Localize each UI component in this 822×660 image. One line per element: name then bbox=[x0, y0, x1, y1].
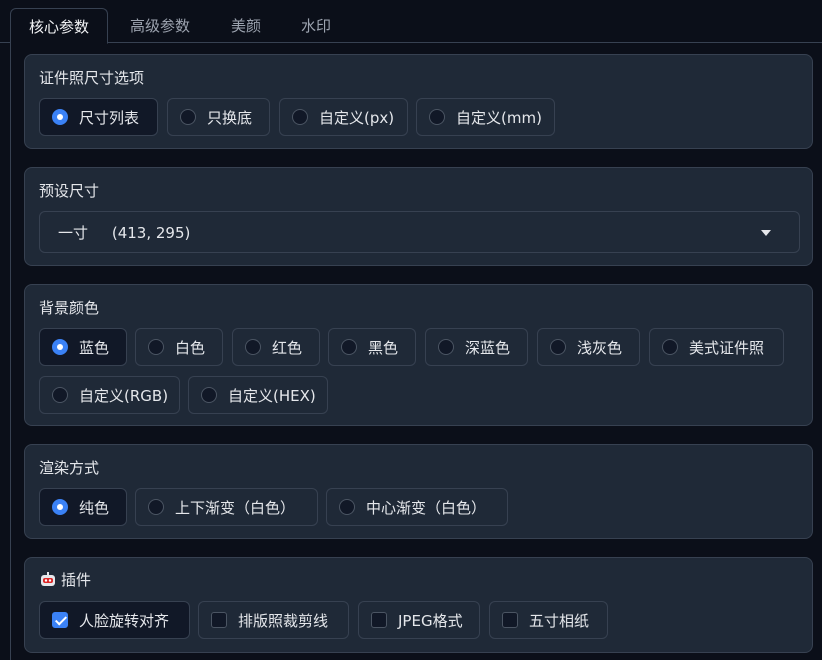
radio-icon bbox=[292, 109, 308, 125]
render-option-solid[interactable]: 纯色 bbox=[39, 488, 127, 526]
option-label: 中心渐变（白色） bbox=[366, 498, 487, 517]
bg-option-blue[interactable]: 蓝色 bbox=[39, 328, 127, 366]
option-label: 蓝色 bbox=[79, 338, 110, 357]
tab-watermark[interactable]: 水印 bbox=[284, 8, 348, 43]
plugin-5inch-paper[interactable]: 五寸相纸 bbox=[489, 601, 608, 639]
radio-icon bbox=[180, 109, 196, 125]
bg-option-black[interactable]: 黑色 bbox=[328, 328, 416, 366]
radio-icon bbox=[662, 339, 678, 355]
plugins-label-text: 插件 bbox=[61, 571, 92, 589]
preset-size-label: 预设尺寸 bbox=[39, 182, 100, 200]
option-label: 自定义(HEX) bbox=[228, 386, 316, 405]
radio-icon bbox=[245, 339, 261, 355]
render-mode-label: 渲染方式 bbox=[39, 459, 100, 477]
tab-bar: 核心参数 高级参数 美颜 水印 bbox=[0, 0, 822, 44]
bg-option-us-photo[interactable]: 美式证件照 bbox=[649, 328, 784, 366]
radio-icon bbox=[201, 387, 217, 403]
preset-size-dropdown[interactable]: 一寸 (413, 295) bbox=[39, 211, 800, 253]
checkbox-icon bbox=[52, 612, 68, 628]
radio-icon bbox=[438, 339, 454, 355]
robot-icon bbox=[41, 571, 55, 586]
checkbox-icon bbox=[502, 612, 518, 628]
bg-option-dark-blue[interactable]: 深蓝色 bbox=[425, 328, 528, 366]
bg-option-light-gray[interactable]: 浅灰色 bbox=[537, 328, 640, 366]
plugin-jpeg-format[interactable]: JPEG格式 bbox=[358, 601, 480, 639]
size-options-label: 证件照尺寸选项 bbox=[39, 69, 145, 87]
plugins-panel: 插件 人脸旋转对齐 排版照裁剪线 JPEG格式 五寸相纸 bbox=[24, 557, 813, 653]
option-label: 上下渐变（白色） bbox=[175, 498, 296, 517]
checkbox-icon bbox=[211, 612, 227, 628]
plugin-face-align[interactable]: 人脸旋转对齐 bbox=[39, 601, 190, 639]
bg-option-custom-hex[interactable]: 自定义(HEX) bbox=[188, 376, 328, 414]
option-label: 红色 bbox=[272, 338, 303, 357]
radio-icon bbox=[550, 339, 566, 355]
option-label: 纯色 bbox=[79, 498, 110, 517]
radio-icon bbox=[52, 339, 68, 355]
radio-icon bbox=[148, 339, 164, 355]
render-option-vertical-gradient[interactable]: 上下渐变（白色） bbox=[135, 488, 318, 526]
option-label: 自定义(px) bbox=[319, 108, 395, 127]
bg-option-white[interactable]: 白色 bbox=[135, 328, 223, 366]
radio-icon bbox=[148, 499, 164, 515]
radio-icon bbox=[339, 499, 355, 515]
render-option-center-gradient[interactable]: 中心渐变（白色） bbox=[326, 488, 508, 526]
plugin-crop-lines[interactable]: 排版照裁剪线 bbox=[198, 601, 349, 639]
tab-advanced-params[interactable]: 高级参数 bbox=[116, 8, 204, 43]
preset-size-panel: 预设尺寸 一寸 (413, 295) bbox=[24, 167, 813, 266]
plugins-label: 插件 bbox=[39, 569, 91, 590]
option-label: 美式证件照 bbox=[689, 338, 765, 357]
render-mode-panel: 渲染方式 纯色 上下渐变（白色） 中心渐变（白色） bbox=[24, 444, 813, 539]
radio-icon bbox=[341, 339, 357, 355]
radio-icon bbox=[52, 109, 68, 125]
option-label: JPEG格式 bbox=[398, 611, 463, 630]
background-color-panel: 背景颜色 蓝色 白色 红色 黑色 深蓝色 浅灰色 美式证件照 自定义(RGB) … bbox=[24, 284, 813, 426]
size-option-custom-px[interactable]: 自定义(px) bbox=[279, 98, 408, 136]
size-option-bg-only[interactable]: 只换底 bbox=[167, 98, 270, 136]
option-label: 自定义(mm) bbox=[456, 108, 542, 127]
option-label: 深蓝色 bbox=[465, 338, 511, 357]
option-label: 人脸旋转对齐 bbox=[79, 611, 170, 630]
radio-icon bbox=[52, 387, 68, 403]
option-label: 只换底 bbox=[207, 108, 253, 127]
bg-option-red[interactable]: 红色 bbox=[232, 328, 320, 366]
size-option-custom-mm[interactable]: 自定义(mm) bbox=[416, 98, 555, 136]
chevron-down-icon bbox=[761, 230, 771, 236]
size-option-list[interactable]: 尺寸列表 bbox=[39, 98, 158, 136]
tab-beauty[interactable]: 美颜 bbox=[214, 8, 278, 43]
option-label: 排版照裁剪线 bbox=[238, 611, 329, 630]
radio-icon bbox=[52, 499, 68, 515]
option-label: 浅灰色 bbox=[577, 338, 623, 357]
option-label: 自定义(RGB) bbox=[79, 386, 169, 405]
option-label: 尺寸列表 bbox=[79, 108, 140, 127]
option-label: 五寸相纸 bbox=[529, 611, 590, 630]
option-label: 黑色 bbox=[368, 338, 399, 357]
background-color-label: 背景颜色 bbox=[39, 299, 100, 317]
checkbox-icon bbox=[371, 612, 387, 628]
size-options-panel: 证件照尺寸选项 尺寸列表 只换底 自定义(px) 自定义(mm) bbox=[24, 54, 813, 149]
tab-core-params[interactable]: 核心参数 bbox=[10, 8, 108, 44]
option-label: 白色 bbox=[175, 338, 206, 357]
bg-option-custom-rgb[interactable]: 自定义(RGB) bbox=[39, 376, 180, 414]
preset-size-value: 一寸 (413, 295) bbox=[58, 223, 191, 242]
radio-icon bbox=[429, 109, 445, 125]
